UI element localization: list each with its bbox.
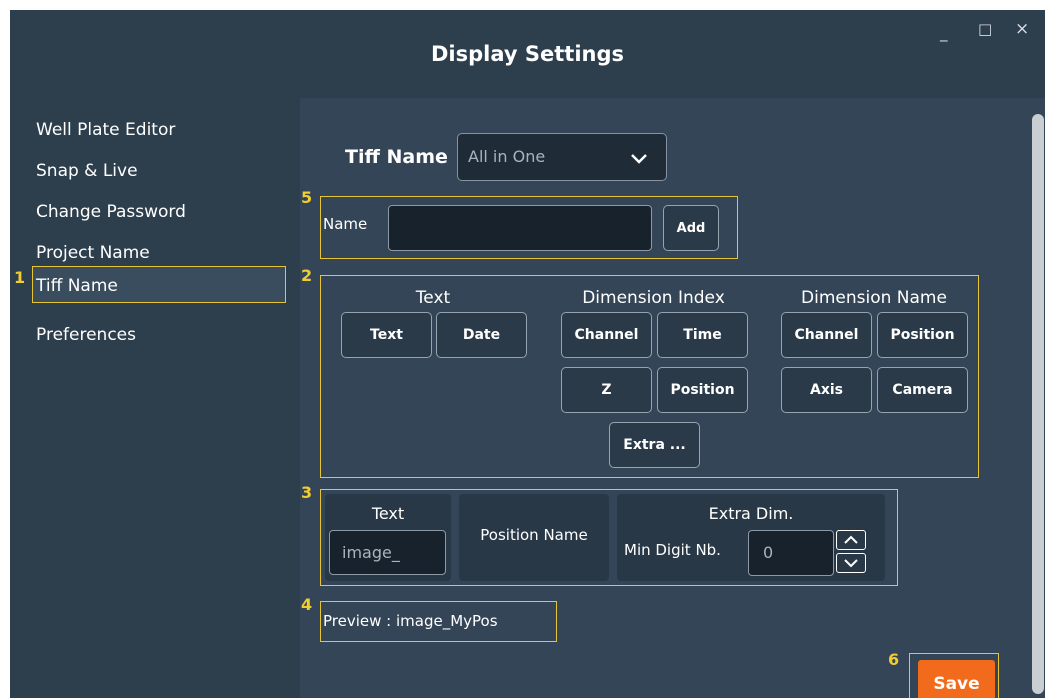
window-title: Display Settings — [430, 42, 624, 66]
minimize-icon[interactable]: _ — [940, 24, 948, 42]
group-title-text: Text — [415, 288, 451, 308]
dim-name-camera-button[interactable]: Camera — [877, 367, 968, 413]
vertical-scrollbar[interactable] — [1032, 114, 1044, 694]
tiff-name-dropdown[interactable]: All in One — [457, 133, 667, 181]
name-label: Name — [323, 215, 368, 233]
dim-name-axis-button[interactable]: Axis — [781, 367, 872, 413]
annotation-1: 1 — [14, 268, 26, 287]
sidebar-item-change-password[interactable]: Change Password — [36, 202, 186, 222]
spin-down-button[interactable] — [836, 553, 866, 573]
format-position-name-label: Position Name — [480, 526, 588, 544]
chevron-down-icon — [844, 559, 858, 568]
annotation-5: 5 — [301, 188, 313, 207]
sidebar-item-project-name[interactable]: Project Name — [36, 243, 150, 263]
chevron-up-icon — [844, 535, 858, 544]
tiff-name-selected: All in One — [468, 147, 546, 166]
min-digit-value: 0 — [763, 543, 774, 562]
dim-index-z-button[interactable]: Z — [561, 367, 652, 413]
format-text-title: Text — [371, 504, 405, 523]
name-input[interactable] — [388, 205, 652, 251]
format-text-segment[interactable]: Text image_ — [325, 494, 451, 581]
dim-index-time-button[interactable]: Time — [657, 312, 748, 358]
sidebar-item-snap-live[interactable]: Snap & Live — [36, 161, 138, 181]
close-icon[interactable]: × — [1015, 20, 1029, 38]
chevron-down-icon — [631, 154, 647, 164]
min-digit-input[interactable]: 0 — [748, 530, 834, 576]
format-position-name-segment[interactable]: Position Name — [459, 494, 609, 581]
name-section: Name Add — [320, 196, 738, 259]
tiff-name-label: Tiff Name — [345, 146, 448, 168]
spin-up-button[interactable] — [836, 530, 866, 550]
format-extra-dim-segment[interactable]: Extra Dim. Min Digit Nb. 0 — [617, 494, 885, 581]
annotation-4: 4 — [301, 595, 313, 614]
format-text-input[interactable]: image_ — [329, 530, 446, 575]
display-settings-window: Display Settings _ □ × Well Plate Editor… — [10, 10, 1045, 698]
dim-index-channel-button[interactable]: Channel — [561, 312, 652, 358]
dim-index-position-button[interactable]: Position — [657, 367, 748, 413]
title-bar: Display Settings _ □ × — [10, 10, 1045, 98]
annotation-6: 6 — [888, 650, 900, 669]
annotation-2: 2 — [301, 266, 313, 285]
sidebar: Well Plate Editor Snap & Live Change Pas… — [10, 98, 300, 698]
format-extra-dim-title: Extra Dim. — [708, 504, 794, 523]
add-button[interactable]: Add — [663, 205, 719, 251]
preview-section: Preview : image_MyPos — [320, 601, 557, 642]
dim-name-channel-button[interactable]: Channel — [781, 312, 872, 358]
format-section: Text image_ Position Name Extra Dim. Min… — [320, 489, 898, 586]
group-title-dimension-index: Dimension Index — [582, 288, 725, 308]
maximize-icon[interactable]: □ — [978, 20, 992, 38]
annotation-3: 3 — [301, 483, 313, 502]
sidebar-item-tiff-name[interactable]: Tiff Name — [36, 276, 118, 296]
token-buttons-section: Text Text Date Dimension Index Channel T… — [320, 275, 979, 478]
save-section: Save — [909, 653, 999, 698]
text-button[interactable]: Text — [341, 312, 432, 358]
save-button[interactable]: Save — [918, 660, 995, 698]
sidebar-item-preferences[interactable]: Preferences — [36, 325, 136, 345]
dim-index-extra-button[interactable]: Extra ... — [609, 422, 700, 468]
format-text-value: image_ — [342, 543, 400, 562]
date-button[interactable]: Date — [436, 312, 527, 358]
dim-name-position-button[interactable]: Position — [877, 312, 968, 358]
min-digit-label: Min Digit Nb. — [624, 541, 721, 559]
group-title-dimension-name: Dimension Name — [801, 288, 947, 308]
content-panel: Tiff Name All in One 5 Name Add 2 Text T… — [300, 98, 1045, 698]
sidebar-item-well-plate-editor[interactable]: Well Plate Editor — [36, 120, 175, 140]
preview-text: Preview : image_MyPos — [323, 612, 498, 630]
